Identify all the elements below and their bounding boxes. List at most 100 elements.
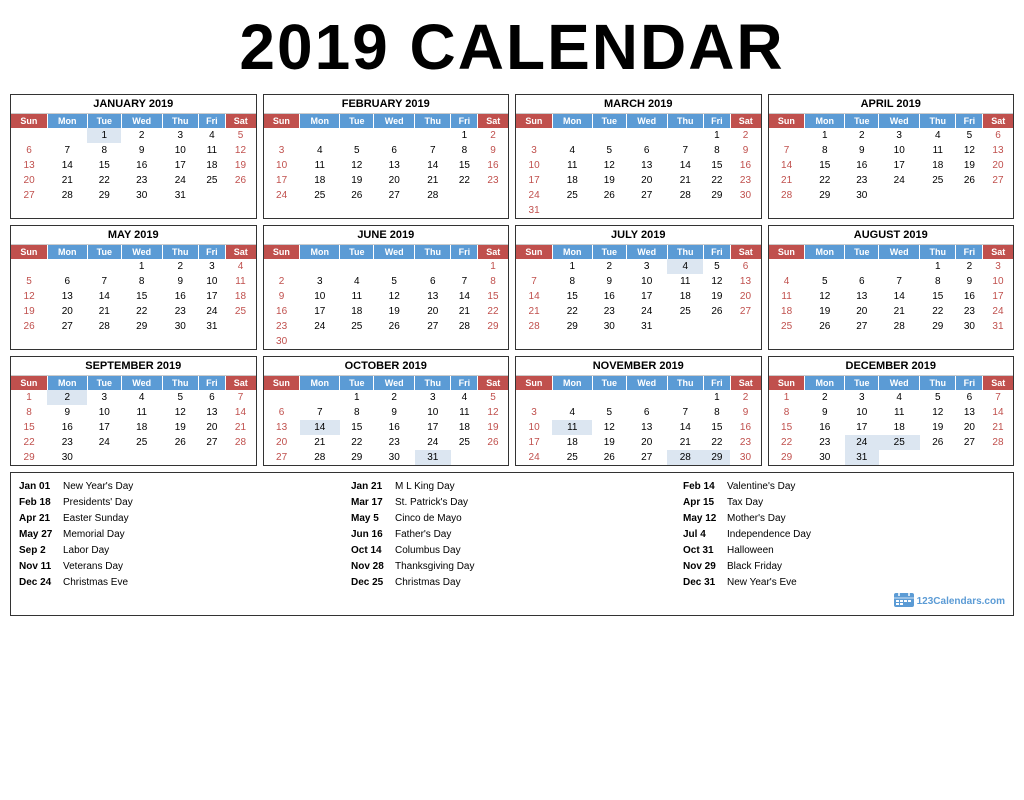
cal-day: 19 [162, 420, 198, 435]
cal-day: 2 [730, 390, 760, 405]
cal-day: 6 [264, 405, 300, 420]
month-block: MARCH 2019SunMonTueWedThuFriSat123456789… [515, 94, 762, 219]
cal-day: 18 [340, 304, 374, 319]
cal-day: 5 [920, 390, 956, 405]
cal-day: 8 [703, 143, 730, 158]
cal-day [845, 259, 879, 274]
cal-day: 1 [340, 390, 374, 405]
day-header: Wed [121, 245, 162, 259]
cal-day: 11 [225, 274, 255, 289]
cal-day: 21 [225, 420, 255, 435]
day-header: Sun [516, 114, 552, 128]
cal-day: 10 [516, 158, 552, 173]
cal-day: 21 [983, 420, 1013, 435]
cal-day: 19 [11, 304, 47, 319]
cal-day: 17 [516, 173, 552, 188]
cal-day: 4 [198, 128, 225, 143]
day-header: Sat [225, 114, 255, 128]
cal-day: 27 [983, 173, 1013, 188]
cal-day: 12 [920, 405, 956, 420]
cal-day: 28 [667, 188, 703, 203]
cal-day: 26 [956, 173, 983, 188]
cal-day: 2 [805, 390, 845, 405]
cal-day [552, 390, 592, 405]
day-header: Thu [920, 114, 956, 128]
cal-day: 2 [264, 274, 300, 289]
cal-day [87, 450, 121, 465]
holiday-date: May 12 [683, 511, 721, 526]
cal-table: SunMonTueWedThuFriSat1234567891011121314… [769, 376, 1014, 465]
holiday-date: Jan 21 [351, 479, 389, 494]
day-header: Fri [451, 245, 478, 259]
cal-day: 8 [451, 143, 478, 158]
cal-day: 6 [47, 274, 87, 289]
cal-day: 30 [162, 319, 198, 334]
cal-day: 8 [11, 405, 47, 420]
day-header: Mon [552, 245, 592, 259]
cal-day: 31 [198, 319, 225, 334]
holiday-date: Nov 11 [19, 559, 57, 574]
cal-day: 13 [845, 289, 879, 304]
cal-day: 14 [667, 158, 703, 173]
cal-day: 11 [552, 420, 592, 435]
day-header: Mon [552, 114, 592, 128]
holiday-date: Oct 14 [351, 543, 389, 558]
cal-day: 21 [516, 304, 552, 319]
cal-day: 26 [374, 319, 415, 334]
cal-table: SunMonTueWedThuFriSat1234567891011121314… [11, 245, 256, 334]
cal-day [300, 390, 340, 405]
day-header: Sun [264, 114, 300, 128]
cal-day: 23 [730, 173, 760, 188]
day-header: Mon [805, 376, 845, 390]
day-header: Sun [516, 376, 552, 390]
cal-day: 16 [730, 420, 760, 435]
cal-day: 21 [667, 435, 703, 450]
cal-day: 19 [478, 420, 508, 435]
cal-day: 29 [703, 188, 730, 203]
cal-day: 5 [703, 259, 730, 274]
cal-day: 28 [300, 450, 340, 465]
cal-table: SunMonTueWedThuFriSat1234567891011121314… [769, 245, 1014, 334]
cal-day: 20 [374, 173, 415, 188]
cal-day [667, 390, 703, 405]
cal-day [626, 203, 667, 218]
day-header: Mon [552, 376, 592, 390]
cal-day: 6 [11, 143, 47, 158]
cal-day: 20 [956, 420, 983, 435]
cal-day [592, 128, 626, 143]
cal-day: 25 [920, 173, 956, 188]
day-header: Fri [956, 114, 983, 128]
cal-day: 31 [415, 450, 451, 465]
cal-day: 13 [415, 289, 451, 304]
cal-day: 25 [198, 173, 225, 188]
holiday-date: Oct 31 [683, 543, 721, 558]
cal-day: 29 [11, 450, 47, 465]
cal-day: 26 [340, 188, 374, 203]
cal-day: 5 [11, 274, 47, 289]
cal-day: 24 [87, 435, 121, 450]
cal-day: 21 [667, 173, 703, 188]
day-header: Fri [703, 114, 730, 128]
cal-day: 7 [879, 274, 920, 289]
day-header: Mon [47, 114, 87, 128]
month-block: JANUARY 2019SunMonTueWedThuFriSat1234567… [10, 94, 257, 219]
day-header: Mon [47, 245, 87, 259]
cal-day: 17 [198, 289, 225, 304]
cal-day: 3 [198, 259, 225, 274]
cal-day: 6 [983, 128, 1013, 143]
holiday-row: Nov 29Black Friday [683, 559, 1005, 574]
cal-day: 22 [11, 435, 47, 450]
holiday-row: Jan 01New Year's Day [19, 479, 341, 494]
holiday-row: Nov 28Thanksgiving Day [351, 559, 673, 574]
month-block: JULY 2019SunMonTueWedThuFriSat1234567891… [515, 225, 762, 350]
cal-day: 26 [703, 304, 730, 319]
holiday-date: Apr 21 [19, 511, 57, 526]
holiday-row: Jul 4Independence Day [683, 527, 1005, 542]
cal-day: 14 [451, 289, 478, 304]
cal-day: 18 [552, 173, 592, 188]
cal-day: 27 [374, 188, 415, 203]
month-title: NOVEMBER 2019 [516, 357, 761, 376]
cal-day: 23 [264, 319, 300, 334]
cal-day: 10 [300, 289, 340, 304]
month-title: AUGUST 2019 [769, 226, 1014, 245]
